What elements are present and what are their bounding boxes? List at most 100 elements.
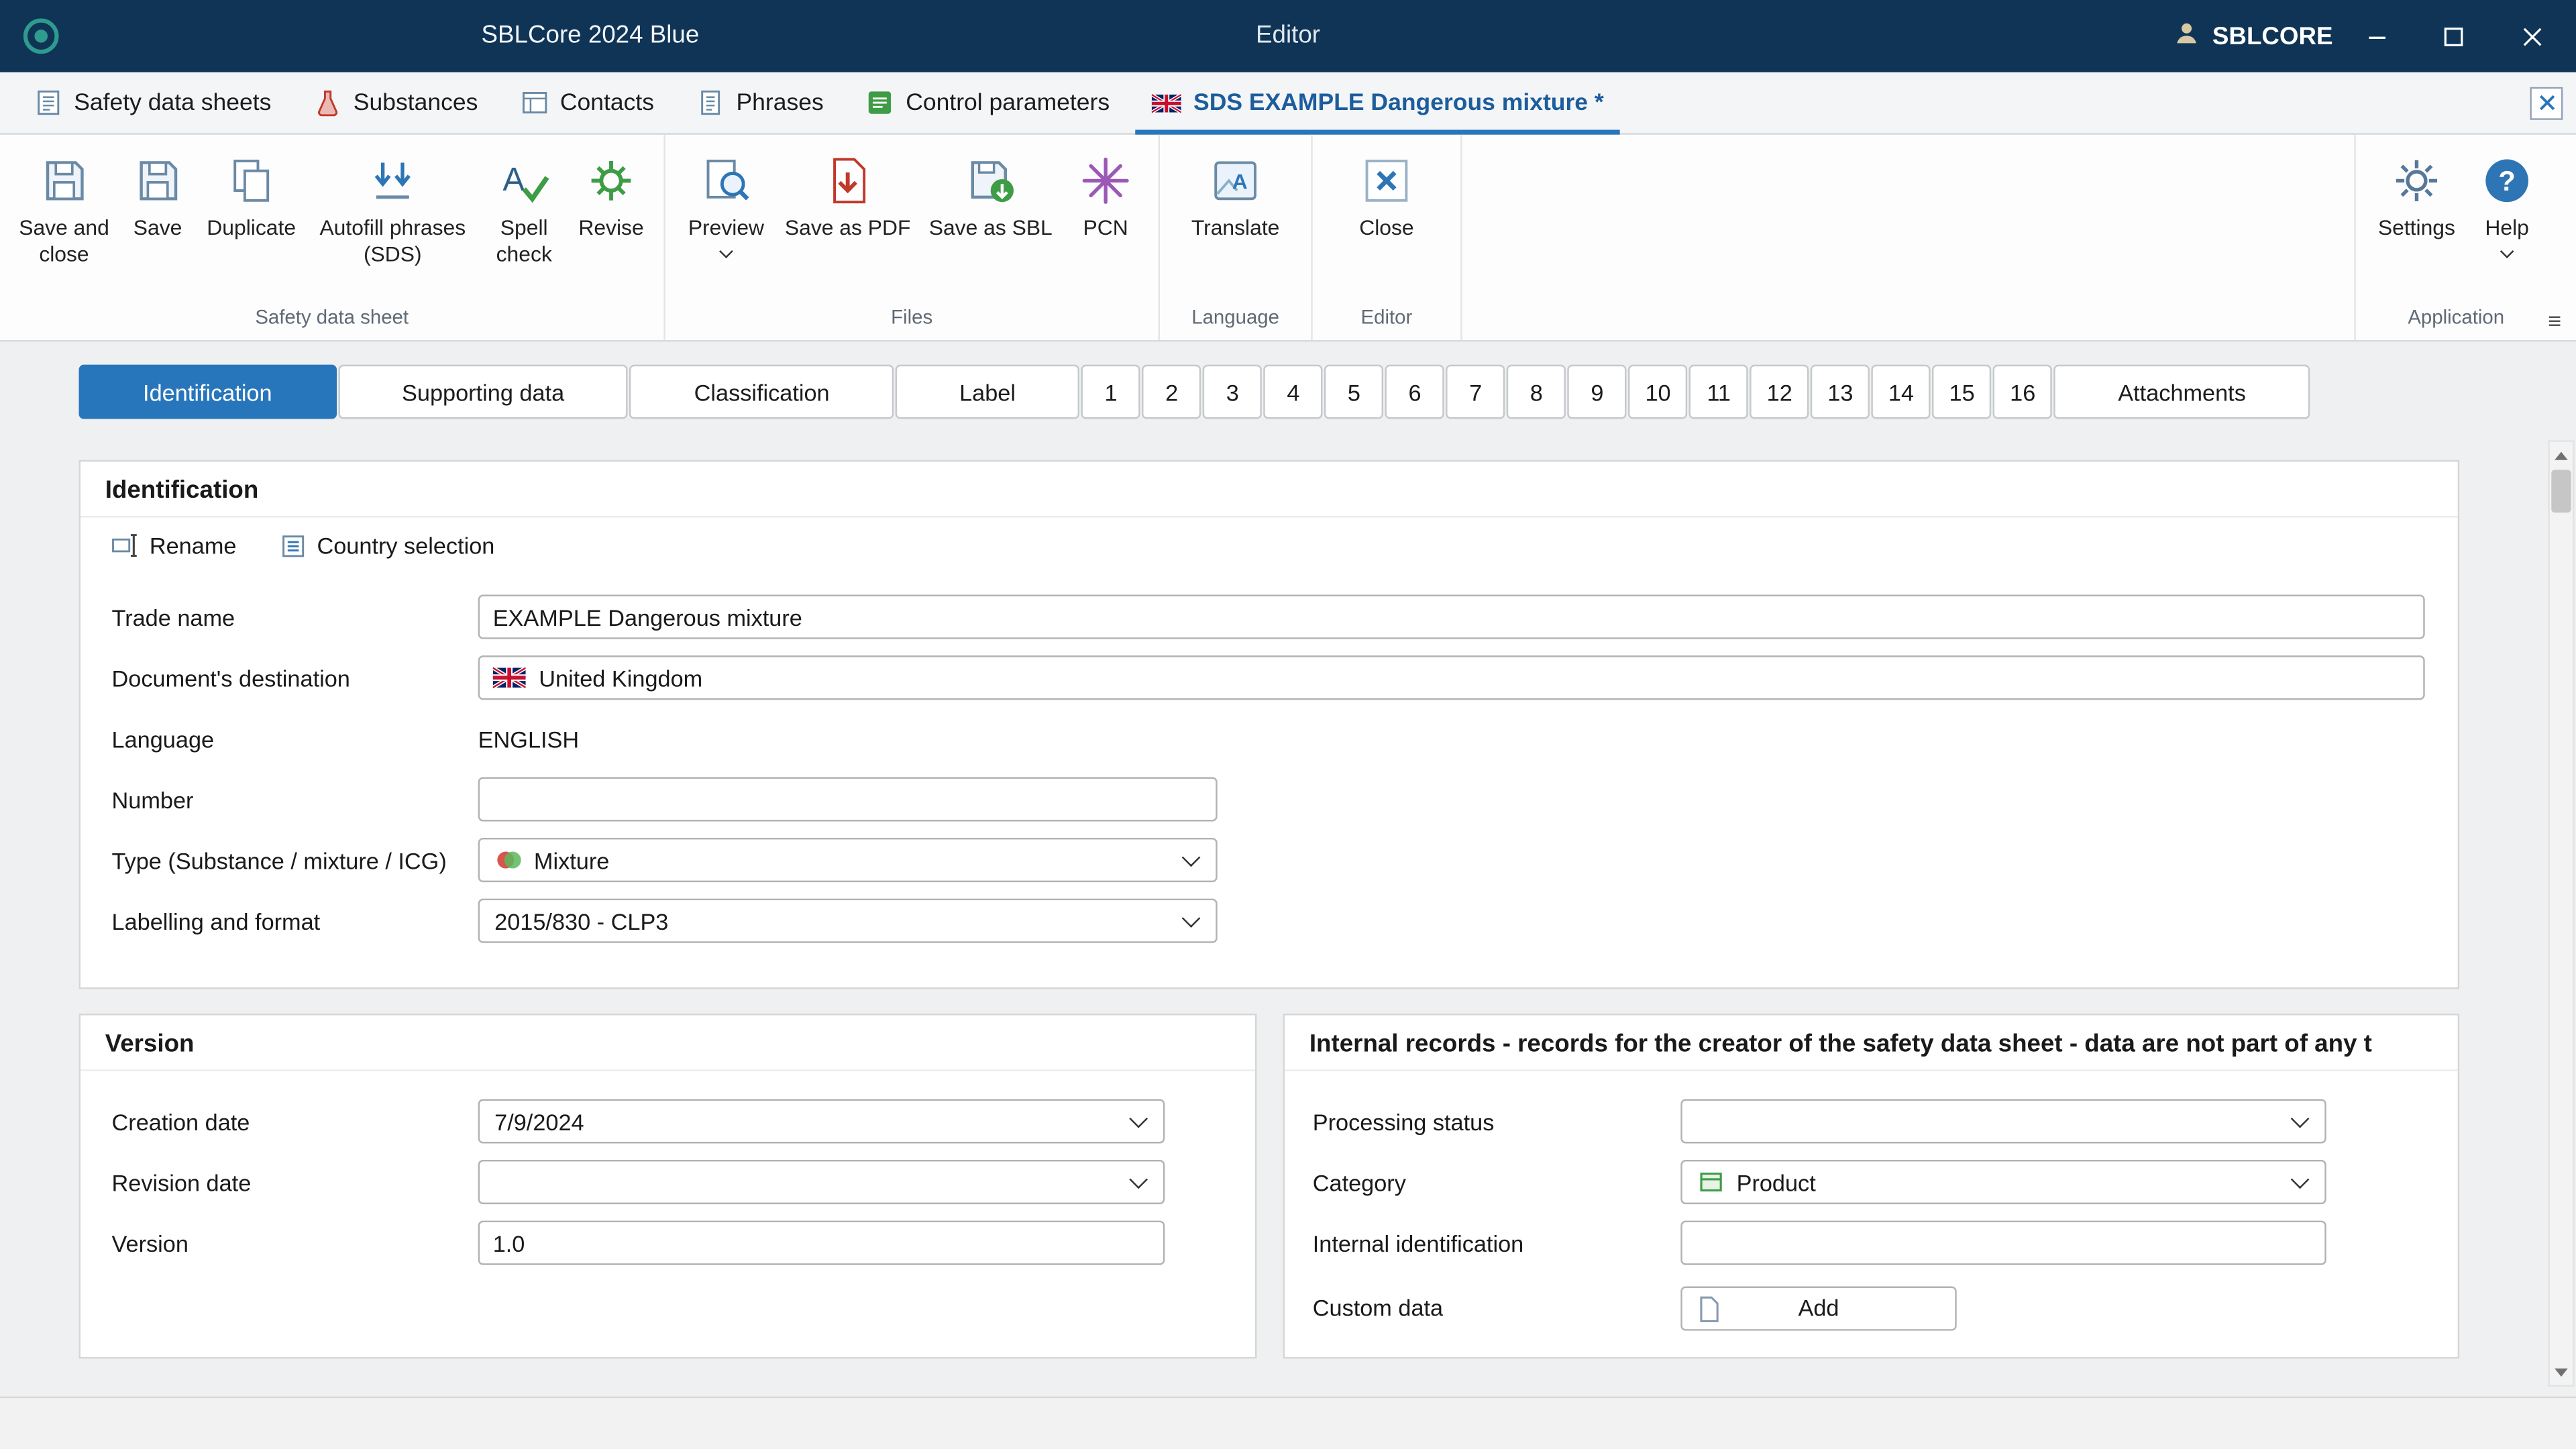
page-tab-8[interactable]: 8 (1507, 365, 1566, 419)
tab-control-parameters[interactable]: Control parameters (845, 72, 1131, 133)
page-tab-9[interactable]: 9 (1568, 365, 1627, 419)
page-tab-label[interactable]: Label (896, 365, 1080, 419)
page-tab-classification[interactable]: Classification (630, 365, 894, 419)
form-row: Document's destination United Kingdom (80, 647, 2458, 708)
tab-substances[interactable]: Substances (292, 72, 499, 133)
rename-button[interactable]: Rename (110, 531, 236, 560)
rename-label: Rename (150, 532, 237, 558)
page-tab-13[interactable]: 13 (1811, 365, 1870, 419)
maximize-button[interactable] (2415, 0, 2491, 72)
custom-data-add-button[interactable]: Add (1680, 1285, 1956, 1330)
translate-icon (1209, 154, 1261, 207)
spell-check-label: Spell check (483, 215, 565, 269)
vertical-scrollbar[interactable] (2548, 440, 2574, 1387)
translate-button[interactable]: Translate (1179, 148, 1291, 248)
page-tab-3[interactable]: 3 (1203, 365, 1262, 419)
destination-input[interactable]: United Kingdom (478, 655, 2425, 700)
tab-sds-example-dangerous-mixture[interactable]: SDS EXAMPLE Dangerous mixture * (1131, 72, 1625, 133)
page-tab-supporting-data[interactable]: Supporting data (338, 365, 629, 419)
page-tab-attachments[interactable]: Attachments (2054, 365, 2310, 419)
page-tab-10[interactable]: 10 (1628, 365, 1687, 419)
ribbon-menu-icon[interactable]: ≡ (2548, 309, 2561, 331)
internal-records-panel-title: Internal records - records for the creat… (1285, 1015, 2458, 1071)
settings-button[interactable]: Settings (2366, 148, 2468, 248)
save-as-pdf-icon (821, 154, 873, 207)
version-form: Creation date 7/9/2024 Revision date Ver… (80, 1071, 1255, 1273)
app-title: SBLCore 2024 Blue (482, 0, 700, 72)
uk-flag-icon (1152, 93, 1182, 112)
version-input[interactable] (478, 1221, 1165, 1265)
page-tab-12[interactable]: 12 (1750, 365, 1809, 419)
scroll-up-button[interactable] (2550, 443, 2573, 466)
revision-date-select[interactable] (478, 1160, 1165, 1204)
page-tab-15[interactable]: 15 (1933, 365, 1992, 419)
page-tab-2[interactable]: 2 (1142, 365, 1201, 419)
minimize-button[interactable] (2339, 0, 2415, 72)
internal-records-form: Processing status Category Product I (1285, 1071, 2458, 1342)
autofill-phrases-label: Autofill phrases (SDS) (309, 215, 476, 269)
help-label: Help (2485, 215, 2529, 242)
revise-icon (585, 154, 637, 207)
type-label: Type (Substance / mixture / ICG) (112, 847, 478, 873)
save-as-pdf-button[interactable]: Save as PDF (777, 148, 918, 248)
scroll-down-icon (2555, 1368, 2568, 1376)
preview-icon (700, 154, 752, 207)
page-tab-16[interactable]: 16 (1993, 365, 2052, 419)
save-as-pdf-label: Save as PDF (785, 215, 911, 242)
help-dropdown-chevron-icon (2500, 245, 2514, 259)
title-bar: SBLCore 2024 Blue Editor SBLCORE (0, 0, 2576, 72)
module-tab-bar: Safety data sheets Substances Contacts P… (0, 72, 2576, 135)
duplicate-button[interactable]: Duplicate (197, 148, 306, 248)
country-selection-label: Country selection (317, 532, 494, 558)
close-editor-button[interactable]: Close (1339, 148, 1434, 248)
page-tab-11[interactable]: 11 (1689, 365, 1748, 419)
autofill-phrases-button[interactable]: Autofill phrases (SDS) (306, 148, 480, 275)
labelling-select[interactable]: 2015/830 - CLP3 (478, 899, 1218, 943)
chevron-down-icon (1182, 909, 1201, 928)
tab-phrases[interactable]: Phrases (676, 72, 845, 133)
minimize-icon (2367, 26, 2387, 46)
form-row: Internal identification (1285, 1212, 2458, 1273)
processing-status-label: Processing status (1313, 1108, 1681, 1134)
tab-contacts[interactable]: Contacts (499, 72, 676, 133)
tab-label: SDS EXAMPLE Dangerous mixture * (1193, 89, 1604, 115)
page-tab-1[interactable]: 1 (1081, 365, 1140, 419)
revise-button[interactable]: Revise (568, 148, 653, 248)
save-as-sbl-button[interactable]: Save as SBL (918, 148, 1063, 248)
internal-identification-input[interactable] (1680, 1221, 2326, 1265)
scroll-down-button[interactable] (2550, 1360, 2573, 1383)
duplicate-label: Duplicate (207, 215, 296, 242)
preview-button[interactable]: Preview (676, 148, 777, 263)
number-input[interactable] (478, 777, 1218, 821)
page-tab-identification[interactable]: Identification (79, 365, 337, 419)
creation-date-select[interactable]: 7/9/2024 (478, 1099, 1165, 1143)
tab-safety-data-sheets[interactable]: Safety data sheets (13, 72, 293, 133)
save-button[interactable]: Save (118, 148, 197, 248)
revision-date-label: Revision date (112, 1169, 478, 1195)
page-tab-4[interactable]: 4 (1264, 365, 1323, 419)
save-and-close-button[interactable]: Save and close (10, 148, 119, 275)
help-button[interactable]: Help (2467, 148, 2546, 263)
page-tab-7[interactable]: 7 (1446, 365, 1505, 419)
pcn-button[interactable]: PCN (1063, 148, 1148, 248)
processing-status-select[interactable] (1680, 1099, 2326, 1143)
revise-label: Revise (578, 215, 643, 242)
page-tab-6[interactable]: 6 (1385, 365, 1444, 419)
window-close-button[interactable] (2494, 0, 2570, 72)
page-tab-14[interactable]: 14 (1872, 365, 1931, 419)
user-account-button[interactable]: SBLCORE (2171, 0, 2333, 72)
tab-close-button[interactable] (2530, 87, 2563, 119)
type-select[interactable]: Mixture (478, 838, 1218, 882)
version-panel-title: Version (80, 1015, 1255, 1071)
form-row: Category Product (1285, 1152, 2458, 1213)
form-row: Processing status (1285, 1091, 2458, 1152)
country-selection-button[interactable]: Country selection (279, 531, 494, 559)
rename-icon (110, 531, 140, 560)
scrollbar-thumb[interactable] (2551, 470, 2571, 513)
spell-check-button[interactable]: Spell check (480, 148, 568, 275)
page-tab-5[interactable]: 5 (1324, 365, 1383, 419)
settings-label: Settings (2378, 215, 2455, 242)
category-select[interactable]: Product (1680, 1160, 2326, 1204)
trade-name-input[interactable] (478, 595, 2425, 639)
contacts-icon (521, 89, 549, 117)
